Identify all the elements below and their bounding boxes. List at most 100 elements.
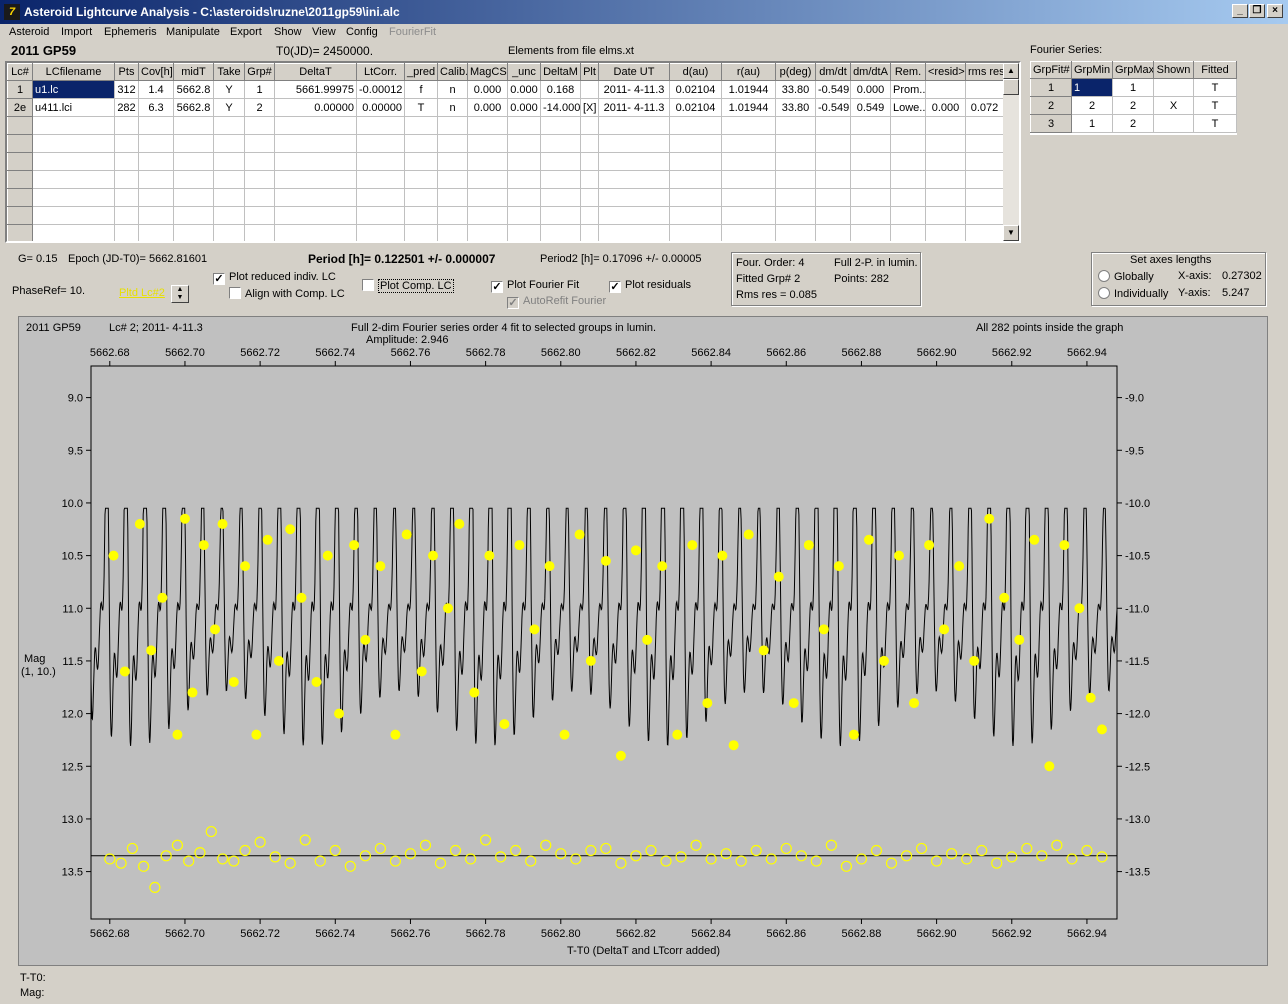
lc-cell[interactable] — [925, 188, 966, 207]
menu-manipulate[interactable]: Manipulate — [166, 26, 220, 38]
lc-cell[interactable] — [404, 206, 438, 225]
lc-cell[interactable] — [890, 206, 926, 225]
individually-radio-icon[interactable] — [1098, 287, 1110, 299]
lc-cell[interactable] — [815, 116, 851, 135]
lc-cell[interactable] — [114, 152, 139, 171]
lc-cell[interactable] — [721, 116, 776, 135]
lc-col-header[interactable]: DeltaM — [540, 63, 581, 81]
lc-cell[interactable] — [138, 134, 174, 153]
lc-cell[interactable] — [775, 206, 816, 225]
lc-col-header[interactable]: d(au) — [669, 63, 722, 81]
lc-cell[interactable]: 0.000 — [467, 80, 508, 99]
lc-cell[interactable] — [356, 224, 405, 241]
lc-row-header[interactable] — [7, 188, 33, 207]
plotted-lc-label[interactable]: Pltd Lc#2 — [119, 287, 165, 299]
lc-cell[interactable] — [721, 152, 776, 171]
lc-cell[interactable] — [173, 152, 214, 171]
lc-cell[interactable] — [598, 170, 670, 189]
ft-cell[interactable]: 2 — [1112, 96, 1154, 115]
lc-cell[interactable] — [775, 170, 816, 189]
lc-col-header[interactable]: <resid> — [925, 63, 966, 81]
lc-cell[interactable] — [173, 188, 214, 207]
lc-cell[interactable] — [213, 188, 245, 207]
lc-cell[interactable] — [138, 188, 174, 207]
minimize-button[interactable]: _ — [1232, 4, 1248, 18]
lc-cell[interactable] — [507, 134, 541, 153]
lc-spinner[interactable]: ▲ ▼ — [171, 285, 189, 303]
lc-cell[interactable] — [507, 116, 541, 135]
lc-cell[interactable] — [274, 134, 357, 153]
lc-cell[interactable] — [925, 206, 966, 225]
lc-cell[interactable] — [775, 116, 816, 135]
lc-cell[interactable] — [32, 170, 115, 189]
lc-cell[interactable] — [467, 206, 508, 225]
lc-cell[interactable] — [580, 152, 599, 171]
menu-ephemeris[interactable]: Ephemeris — [104, 26, 157, 38]
lc-cell[interactable] — [815, 224, 851, 241]
lc-cell[interactable] — [775, 152, 816, 171]
menu-import[interactable]: Import — [61, 26, 92, 38]
lc-cell[interactable] — [965, 152, 1004, 171]
menu-export[interactable]: Export — [230, 26, 262, 38]
lc-cell[interactable]: 1.01944 — [721, 80, 776, 99]
lc-cell[interactable] — [669, 152, 722, 171]
ft-col-header[interactable]: GrpMax — [1112, 61, 1154, 79]
lc-cell[interactable] — [965, 188, 1004, 207]
lc-cell[interactable]: Y — [213, 98, 245, 117]
lc-cell[interactable] — [721, 206, 776, 225]
lc-cell[interactable] — [244, 116, 275, 135]
lc-cell[interactable]: 6.3 — [138, 98, 174, 117]
ft-table-row[interactable]: 111T — [1030, 78, 1237, 97]
lc-cell[interactable]: 33.80 — [775, 80, 816, 99]
lc-cell[interactable] — [721, 224, 776, 241]
lc-col-header[interactable]: Grp# — [244, 63, 275, 81]
lc-cell[interactable] — [437, 206, 468, 225]
lc-cell[interactable] — [890, 224, 926, 241]
lc-cell[interactable] — [274, 224, 357, 241]
scroll-down-icon[interactable]: ▼ — [1003, 225, 1019, 241]
lc-cell[interactable] — [437, 188, 468, 207]
align-comp-check[interactable] — [229, 287, 241, 299]
lc-cell[interactable] — [669, 134, 722, 153]
lc-cell[interactable] — [213, 134, 245, 153]
lc-table-row[interactable] — [7, 134, 1004, 153]
lc-cell[interactable] — [356, 206, 405, 225]
lc-cell[interactable] — [925, 224, 966, 241]
align-comp-checkbox[interactable]: Align with Comp. LC — [229, 287, 345, 300]
plot-residuals-checkbox[interactable]: ✓ Plot residuals — [609, 279, 691, 293]
lc-cell[interactable] — [244, 224, 275, 241]
lc-col-header[interactable]: Rem. — [890, 63, 926, 81]
lc-cell[interactable]: 5661.99975 — [274, 80, 357, 99]
lc-cell[interactable] — [213, 170, 245, 189]
lc-cell[interactable] — [540, 134, 581, 153]
lc-cell[interactable] — [669, 224, 722, 241]
lc-cell[interactable] — [721, 188, 776, 207]
lc-cell[interactable] — [850, 152, 891, 171]
lc-cell[interactable] — [114, 134, 139, 153]
lc-cell[interactable] — [274, 170, 357, 189]
lc-cell[interactable] — [173, 170, 214, 189]
plot-reduced-check[interactable]: ✓ — [213, 273, 225, 285]
lc-cell[interactable] — [540, 188, 581, 207]
lc-cell[interactable]: 2011- 4-11.3 — [598, 80, 670, 99]
lc-col-header[interactable]: dm/dt — [815, 63, 851, 81]
lc-col-header[interactable]: _pred — [404, 63, 438, 81]
lc-cell[interactable]: 1.4 — [138, 80, 174, 99]
lc-cell[interactable] — [890, 170, 926, 189]
lc-table-row[interactable] — [7, 206, 1004, 225]
lc-cell[interactable] — [114, 116, 139, 135]
lc-cell[interactable] — [965, 170, 1004, 189]
lc-cell[interactable]: 0.00000 — [274, 98, 357, 117]
menu-view[interactable]: View — [312, 26, 336, 38]
lc-cell[interactable] — [244, 170, 275, 189]
lc-cell[interactable]: u1.lc — [32, 80, 115, 99]
lc-cell[interactable] — [965, 224, 1004, 241]
lc-cell[interactable]: 0.02104 — [669, 80, 722, 99]
lc-cell[interactable] — [925, 134, 966, 153]
lc-cell[interactable] — [404, 170, 438, 189]
lc-cell[interactable] — [467, 224, 508, 241]
lc-cell[interactable]: Prom... — [890, 80, 926, 99]
lc-cell[interactable] — [404, 188, 438, 207]
lc-cell[interactable] — [890, 134, 926, 153]
lc-cell[interactable] — [925, 80, 966, 99]
